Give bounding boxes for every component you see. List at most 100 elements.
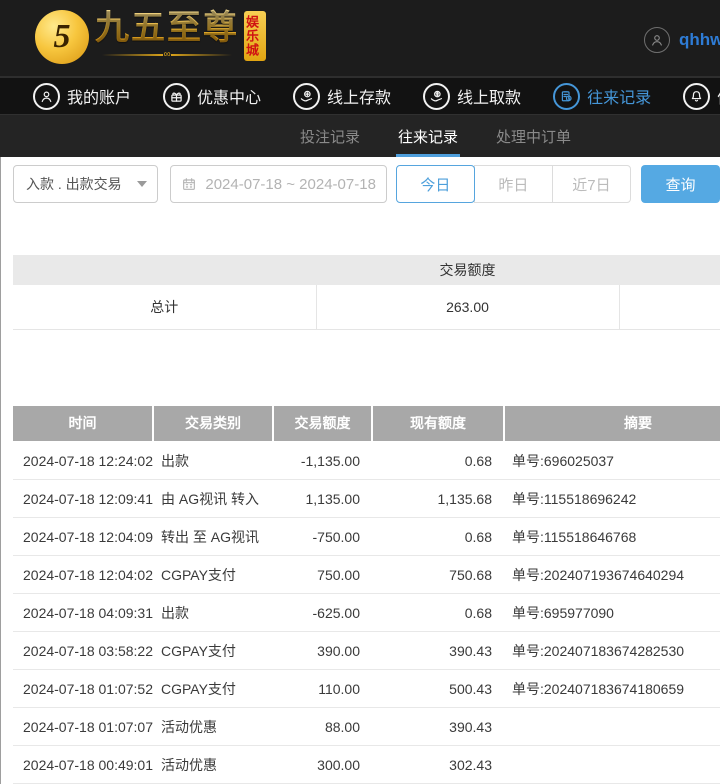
table-cell: 单号:115518696242	[504, 480, 720, 518]
table-cell: -625.00	[273, 594, 372, 632]
summary-table: 交易额度 总计 263.00	[13, 255, 720, 330]
table-cell: CGPAY支付	[153, 670, 273, 708]
nav-item[interactable]: 我的账户	[33, 83, 131, 110]
table-cell: 390.43	[372, 632, 504, 670]
column-header-type: 交易类别	[153, 406, 273, 442]
table-cell: 390.43	[372, 708, 504, 746]
quick-range-button[interactable]: 近7日	[552, 165, 631, 203]
site-logo[interactable]: 5 九五至尊 ∞ 娱乐城	[35, 8, 266, 64]
table-row: 2024-07-18 12:24:02出款-1,135.000.68单号:696…	[13, 442, 720, 480]
calendar-icon	[181, 176, 197, 192]
table-cell: 1,135.00	[273, 480, 372, 518]
logo-title: 九五至尊	[95, 8, 239, 49]
summary-total-row: 总计 263.00	[13, 285, 720, 329]
summary-total-amount: 263.00	[316, 285, 619, 329]
column-header-balance: 现有额度	[372, 406, 504, 442]
logo-flourish-icon: ∞	[102, 50, 232, 60]
chevron-down-icon	[137, 181, 147, 187]
records-icon	[553, 83, 580, 110]
nav-item[interactable]: 线上存款	[293, 83, 391, 110]
table-cell: 单号:696025037	[504, 442, 720, 480]
nav-item-label: 优惠中心	[197, 84, 261, 108]
username-label: qhhw	[679, 30, 720, 50]
table-cell: 单号:202407183674180659	[504, 670, 720, 708]
table-row: 2024-07-18 03:58:22CGPAY支付390.00390.43单号…	[13, 632, 720, 670]
table-cell: 2024-07-18 12:04:02	[13, 556, 153, 594]
table-cell: -1,135.00	[273, 442, 372, 480]
table-cell: 0.68	[372, 442, 504, 480]
table-cell: CGPAY支付	[153, 632, 273, 670]
table-row: 2024-07-18 01:07:52CGPAY支付110.00500.43单号…	[13, 670, 720, 708]
record-tabs: 投注记录往来记录处理中订单	[0, 114, 720, 157]
table-cell: 2024-07-18 12:04:09	[13, 518, 153, 556]
table-cell: 2024-07-18 00:49:01	[13, 746, 153, 784]
nav-item[interactable]: 优惠中心	[163, 83, 261, 110]
logo-text-block: 九五至尊 ∞	[95, 8, 239, 60]
transactions-header-row: 时间 交易类别 交易额度 现有额度 摘要	[13, 406, 720, 442]
user-icon	[33, 83, 60, 110]
logo-95-icon: 5	[35, 10, 89, 64]
transactions-body: 2024-07-18 12:24:02出款-1,135.000.68单号:696…	[13, 442, 720, 784]
nav-item[interactable]: 往来记录	[553, 83, 651, 110]
table-cell: 单号:115518646768	[504, 518, 720, 556]
table-cell: CGPAY支付	[153, 556, 273, 594]
user-area[interactable]: qhhw	[644, 27, 720, 53]
nav-item[interactable]: 信息	[683, 83, 720, 110]
summary-header-row: 交易额度	[13, 255, 720, 285]
table-row: 2024-07-18 01:07:07活动优惠88.00390.43	[13, 708, 720, 746]
table-cell: 0.68	[372, 594, 504, 632]
transactions-table: 时间 交易类别 交易额度 现有额度 摘要 2024-07-18 12:24:02…	[13, 406, 720, 784]
main-nav: 我的账户 优惠中心 线上存款 线上取款 往来记录 信息	[0, 76, 720, 114]
table-cell	[504, 746, 720, 784]
deposit-icon	[293, 83, 320, 110]
table-cell: 500.43	[372, 670, 504, 708]
summary-header-spacer	[13, 255, 316, 285]
table-cell: 88.00	[273, 708, 372, 746]
top-header: 5 九五至尊 ∞ 娱乐城 qhhw	[0, 0, 720, 76]
table-cell: 2024-07-18 04:09:31	[13, 594, 153, 632]
column-header-memo: 摘要	[504, 406, 720, 442]
table-cell: 活动优惠	[153, 708, 273, 746]
table-cell: 1,135.68	[372, 480, 504, 518]
column-header-amount: 交易额度	[273, 406, 372, 442]
quick-range-button[interactable]: 昨日	[474, 165, 553, 203]
table-cell: 2024-07-18 12:09:41	[13, 480, 153, 518]
table-cell: 活动优惠	[153, 746, 273, 784]
table-cell: -750.00	[273, 518, 372, 556]
filter-bar: 入款 . 出款交易 2024-07-18 ~ 2024-07-18 今日昨日近7…	[1, 157, 720, 203]
table-row: 2024-07-18 12:09:41由 AG视讯 转入1,135.001,13…	[13, 480, 720, 518]
table-cell: 300.00	[273, 746, 372, 784]
table-row: 2024-07-18 12:04:09转出 至 AG视讯-750.000.68单…	[13, 518, 720, 556]
table-cell: 750.00	[273, 556, 372, 594]
user-avatar-icon	[644, 27, 670, 53]
table-cell: 750.68	[372, 556, 504, 594]
table-cell: 2024-07-18 12:24:02	[13, 442, 153, 480]
table-cell: 由 AG视讯 转入	[153, 480, 273, 518]
column-header-time: 时间	[13, 406, 153, 442]
table-cell: 出款	[153, 594, 273, 632]
tab-item[interactable]: 投注记录	[300, 115, 360, 157]
tab-item[interactable]: 往来记录	[398, 115, 458, 157]
table-cell: 302.43	[372, 746, 504, 784]
summary-header-label: 交易额度	[316, 255, 619, 285]
tab-item[interactable]: 处理中订单	[496, 115, 571, 157]
table-row: 2024-07-18 04:09:31出款-625.000.68单号:69597…	[13, 594, 720, 632]
summary-total-label: 总计	[13, 285, 316, 329]
summary-total-spacer	[619, 285, 720, 329]
date-range-input[interactable]: 2024-07-18 ~ 2024-07-18	[170, 165, 387, 203]
table-cell: 单号:202407183674282530	[504, 632, 720, 670]
table-cell: 2024-07-18 01:07:52	[13, 670, 153, 708]
quick-range-button[interactable]: 今日	[396, 165, 475, 203]
query-button[interactable]: 查询	[641, 165, 720, 203]
transaction-type-select[interactable]: 入款 . 出款交易	[13, 165, 158, 203]
date-range-value: 2024-07-18 ~ 2024-07-18	[205, 176, 376, 193]
logo-badge: 娱乐城	[244, 11, 266, 61]
withdraw-icon	[423, 83, 450, 110]
nav-item[interactable]: 线上取款	[423, 83, 521, 110]
table-cell: 2024-07-18 01:07:07	[13, 708, 153, 746]
summary-header-spacer	[619, 255, 720, 285]
table-cell	[504, 708, 720, 746]
table-cell: 2024-07-18 03:58:22	[13, 632, 153, 670]
quick-range-group: 今日昨日近7日	[396, 165, 631, 203]
bell-icon	[683, 83, 710, 110]
